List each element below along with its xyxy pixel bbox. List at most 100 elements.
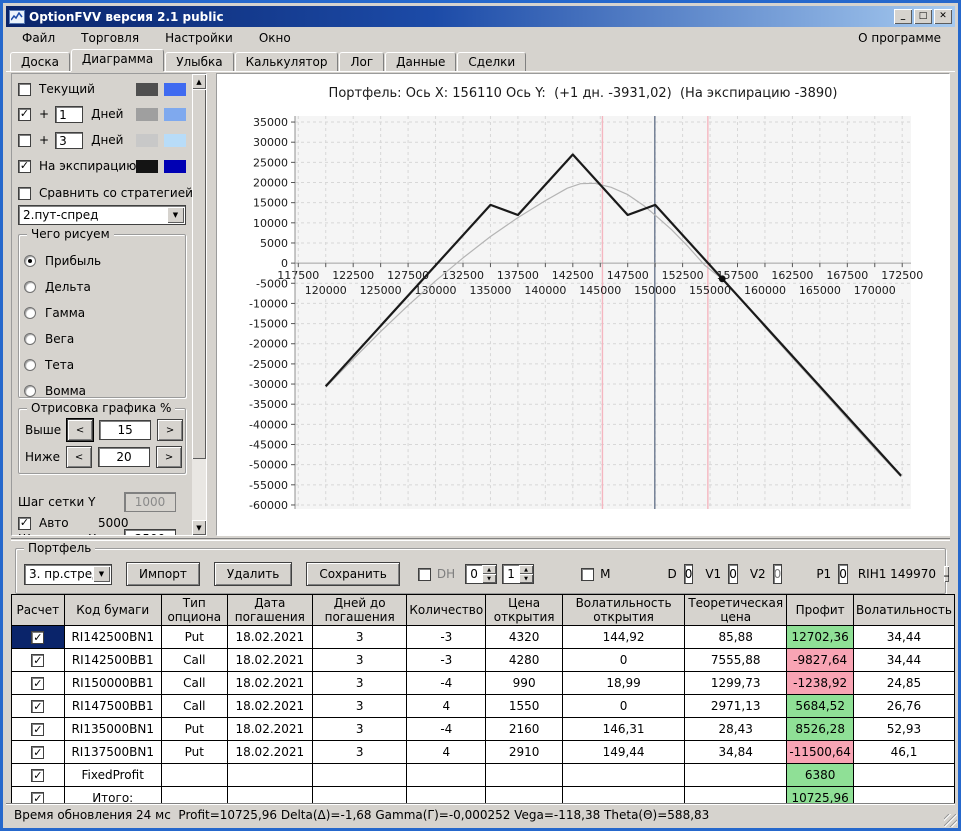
tab-board[interactable]: Доска <box>10 52 70 71</box>
cell-open: 4280 <box>485 648 564 672</box>
radio-Гамма[interactable] <box>24 307 36 319</box>
cell-open: 2160 <box>485 717 564 741</box>
maximize-button[interactable]: □ <box>914 9 932 24</box>
cell-type: Put <box>160 740 228 764</box>
cell-type: Call <box>160 671 228 695</box>
v1-input[interactable]: 0 <box>728 564 738 584</box>
p1-input[interactable]: 0 <box>838 564 848 584</box>
splitter[interactable] <box>11 538 950 541</box>
current-checkbox[interactable]: ✓ <box>18 82 31 96</box>
tab-data[interactable]: Данные <box>385 52 457 71</box>
expiration-color2-swatch[interactable] <box>164 159 186 173</box>
title-bar[interactable]: OptionFVV версия 2.1 public _ □ ✕ <box>6 6 955 27</box>
spin-up-icon[interactable]: ▲ <box>482 565 497 574</box>
current-color2-swatch[interactable] <box>164 82 186 96</box>
dh-spinner-1[interactable]: 0 ▲ ▼ <box>465 564 498 584</box>
row-enabled-checkbox[interactable]: ✓ <box>31 700 45 714</box>
row-calc-cell: ✓ <box>11 648 65 672</box>
scrollbar-thumb[interactable] <box>192 89 206 459</box>
row-calc-cell: ✓ <box>11 717 65 741</box>
row-enabled-checkbox[interactable]: ✓ <box>31 631 45 645</box>
cell-open: 2910 <box>485 740 564 764</box>
svg-text:132500: 132500 <box>442 269 484 282</box>
auto-checkbox[interactable]: ✓ <box>18 516 31 530</box>
row-enabled-checkbox[interactable]: ✓ <box>31 746 45 760</box>
current-color1-swatch[interactable] <box>136 82 158 96</box>
radio-Прибыль[interactable] <box>24 255 36 267</box>
tab-smile[interactable]: Улыбка <box>165 52 234 71</box>
cell-code: RI142500BB1 <box>63 648 162 672</box>
svg-text:120000: 120000 <box>305 284 347 297</box>
column-header-6: Цена открытия <box>485 594 564 626</box>
d-input[interactable]: 0 <box>683 564 694 584</box>
row-enabled-checkbox[interactable]: ✓ <box>31 677 45 691</box>
cell-open: 4320 <box>485 625 564 649</box>
expiration-checkbox[interactable]: ✓ <box>18 159 31 173</box>
row-enabled-checkbox[interactable]: ✓ <box>31 654 45 668</box>
plus1-color2-swatch[interactable] <box>164 107 186 121</box>
grid-x-input[interactable]: 2500 <box>124 529 176 535</box>
radio-Дельта[interactable] <box>24 281 36 293</box>
sidebar-scrollbar[interactable]: ▲ ▼ <box>192 74 206 535</box>
spin-down-icon[interactable]: ▼ <box>519 574 534 583</box>
portfolio-strategy-select[interactable]: 3. пр.стредл ▼ <box>24 563 112 585</box>
plus3-days-input[interactable]: 3 <box>55 131 84 149</box>
menu-item-file[interactable]: Файл <box>12 29 65 47</box>
chevron-down-icon[interactable]: ▼ <box>167 207 184 223</box>
below-percent-input[interactable]: 20 <box>98 447 151 467</box>
window-title: OptionFVV версия 2.1 public <box>29 9 224 24</box>
compare-row: ✓ Сравнить со стратегией <box>18 185 193 201</box>
delete-button[interactable]: Удалить <box>213 562 293 586</box>
radio-label-Тета: Тета <box>45 358 75 372</box>
resize-grip[interactable] <box>944 814 957 827</box>
cell-vol_open: 18,99 <box>562 671 686 695</box>
strategy-select[interactable]: 2.пут-спред ▼ <box>18 205 186 225</box>
dh-spinner-2[interactable]: 1 ▲ ▼ <box>502 564 535 584</box>
radio-Вега[interactable] <box>24 333 36 345</box>
p1-label: P1 <box>816 567 832 581</box>
plus1-days-input[interactable]: 1 <box>55 105 84 123</box>
tab-log[interactable]: Лог <box>339 52 385 71</box>
payoff-chart[interactable]: 1175001200001225001250001275001300001325… <box>217 101 950 526</box>
above-decrease-button[interactable]: < <box>66 418 95 442</box>
close-button[interactable]: ✕ <box>934 9 952 24</box>
plus3-checkbox[interactable]: ✓ <box>18 133 31 147</box>
scroll-up-icon[interactable]: ▲ <box>192 74 206 89</box>
expiration-color1-swatch[interactable] <box>136 159 158 173</box>
tab-trades[interactable]: Сделки <box>457 52 527 71</box>
plus1-color1-swatch[interactable] <box>136 107 158 121</box>
minimize-button[interactable]: _ <box>894 9 912 24</box>
below-decrease-button[interactable]: < <box>66 446 93 468</box>
tab-calculator[interactable]: Калькулятор <box>234 52 339 71</box>
menu-item-about[interactable]: О программе <box>844 29 955 47</box>
radio-Вомма[interactable] <box>24 385 36 397</box>
svg-text:160000: 160000 <box>744 284 786 297</box>
tab-diagram[interactable]: Диаграмма <box>70 49 165 71</box>
m-checkbox[interactable]: ✓ <box>581 567 595 581</box>
chevron-down-icon[interactable]: ▼ <box>93 566 110 582</box>
plus3-color2-swatch[interactable] <box>164 133 186 147</box>
radio-Тета[interactable] <box>24 359 36 371</box>
below-increase-button[interactable]: > <box>156 446 183 468</box>
above-percent-input[interactable]: 15 <box>99 420 152 440</box>
above-increase-button[interactable]: > <box>157 419 184 441</box>
dh-checkbox[interactable]: ✓ <box>417 567 431 581</box>
menu-item-trading[interactable]: Торговля <box>71 29 149 47</box>
menu-item-window[interactable]: Окно <box>249 29 301 47</box>
portfolio-strategy-value: 3. пр.стредл <box>29 567 93 581</box>
menu-item-settings[interactable]: Настройки <box>155 29 243 47</box>
row-enabled-checkbox[interactable]: ✓ <box>31 769 45 783</box>
plus3-color1-swatch[interactable] <box>136 133 158 147</box>
spin-down-icon[interactable]: ▼ <box>482 574 497 583</box>
import-button[interactable]: Импорт <box>126 562 200 586</box>
scroll-down-icon[interactable]: ▼ <box>192 520 206 535</box>
row-enabled-checkbox[interactable]: ✓ <box>31 723 45 737</box>
cell-profit: 5684,52 <box>786 694 854 718</box>
plus1-checkbox[interactable]: ✓ <box>18 107 31 121</box>
svg-text:-20000: -20000 <box>249 338 288 351</box>
spin-up-icon[interactable]: ▲ <box>519 565 534 574</box>
radio-label-Дельта: Дельта <box>45 280 91 294</box>
collapse-button[interactable]: _ <box>944 566 949 582</box>
compare-checkbox[interactable]: ✓ <box>18 186 31 200</box>
save-button[interactable]: Сохранить <box>306 562 400 586</box>
